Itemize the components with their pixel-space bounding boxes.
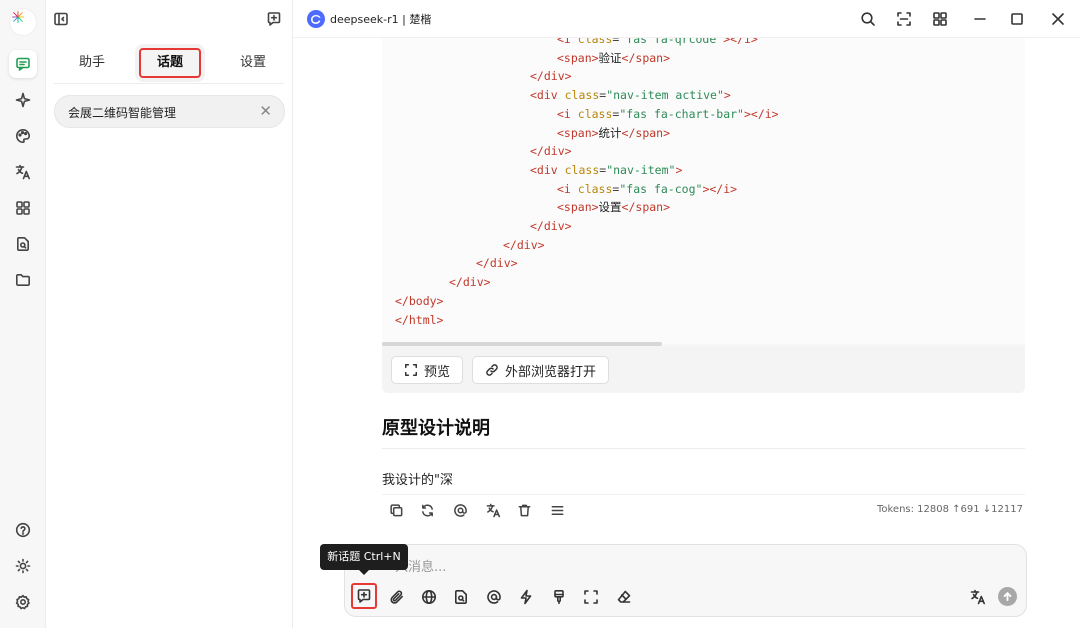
fullscreen-icon[interactable] (894, 9, 914, 29)
code-line: </div> (530, 219, 572, 233)
expand-icon (405, 364, 417, 376)
message-input-box[interactable] (344, 544, 1027, 617)
lightning-icon[interactable] (515, 586, 537, 608)
menu-icon[interactable] (547, 500, 567, 520)
divider (382, 494, 1025, 495)
code-content: <i class="fas fa-qrcode"></i> <span>验证</s… (382, 38, 1025, 344)
mention-icon[interactable] (450, 500, 470, 520)
eraser-icon[interactable] (613, 586, 635, 608)
copy-icon[interactable] (386, 500, 406, 520)
web-search-icon[interactable] (418, 586, 440, 608)
translate-icon[interactable] (967, 586, 989, 608)
sidebar-toolbar (46, 0, 293, 38)
code-line: <i class="fas fa-cog"></i> (557, 181, 738, 196)
code-line: <div class="nav-item active"> (530, 88, 731, 103)
translate-icon[interactable] (483, 500, 503, 520)
sparkle-icon[interactable] (9, 86, 37, 114)
open-in-browser-label: 外部浏览器打开 (505, 364, 597, 380)
folder-icon[interactable] (9, 266, 37, 294)
new-topic-icon[interactable] (263, 8, 285, 30)
brush-icon[interactable] (548, 586, 570, 608)
tab-assistant[interactable]: 助手 (68, 48, 116, 78)
chat-icon[interactable] (9, 50, 37, 78)
layout-grid-icon[interactable] (930, 9, 950, 29)
settings-gear-icon[interactable] (9, 588, 37, 616)
app-logo (10, 9, 36, 35)
palette-icon[interactable] (9, 122, 37, 150)
code-line: </div> (503, 237, 545, 252)
code-line: </div> (476, 256, 518, 271)
deepseek-model-icon (307, 10, 325, 28)
code-line: </div> (449, 275, 491, 290)
window-close-icon[interactable] (1048, 9, 1068, 29)
title-bar: deepseek-r1 | 楚楷 (293, 0, 1080, 38)
divider (382, 448, 1025, 449)
new-topic-tooltip: 新话题 Ctrl+N (320, 544, 408, 570)
help-icon[interactable] (9, 516, 37, 544)
tab-topics[interactable]: 话题 (139, 48, 201, 78)
code-line: </div> (530, 144, 572, 159)
knowledge-file-icon[interactable] (450, 586, 472, 608)
code-line: <i class="fas fa-qrcode"></i> (557, 38, 758, 46)
code-block: <i class="fas fa-qrcode"></i> <span>验证</s… (382, 38, 1025, 393)
code-line: <i class="fas fa-chart-bar"></i> (557, 106, 779, 121)
close-icon[interactable]: ✕ (259, 102, 272, 120)
expand-icon[interactable] (580, 586, 602, 608)
code-line: </body> (395, 293, 444, 308)
code-line: <span>统计</span> (557, 125, 671, 140)
tooltip-arrow (359, 570, 369, 575)
topic-item-label: 会展二维码智能管理 (68, 106, 177, 120)
message-text: 我设计的"深 (382, 473, 453, 488)
send-button[interactable] (998, 587, 1017, 606)
delete-icon[interactable] (514, 500, 534, 520)
code-actions-bar: 预览 外部浏览器打开 (382, 346, 1025, 393)
code-line: <span>验证</span> (557, 50, 671, 65)
code-line: </html> (395, 312, 444, 327)
apps-grid-icon[interactable] (9, 194, 37, 222)
theme-sun-icon[interactable] (9, 552, 37, 580)
model-name[interactable]: deepseek-r1 | 楚楷 (330, 11, 431, 27)
file-search-icon[interactable] (9, 230, 37, 258)
code-line: <div class="nav-item"> (530, 162, 683, 177)
preview-button[interactable]: 预览 (391, 356, 464, 384)
sidebar-tabs: 助手 话题 设置 (54, 44, 284, 84)
new-topic-icon (357, 589, 371, 603)
regenerate-icon[interactable] (417, 500, 437, 520)
icon-rail (0, 0, 46, 628)
link-icon (486, 364, 498, 376)
code-line: <span>设置</span> (557, 200, 671, 215)
topic-item[interactable]: 会展二维码智能管理 ✕ (54, 95, 285, 128)
preview-button-label: 预览 (424, 364, 451, 380)
toggle-sidebar-icon[interactable] (50, 8, 72, 30)
message-heading: 原型设计说明 (382, 418, 490, 439)
maximize-icon[interactable] (1007, 9, 1027, 29)
arrow-up-icon (1003, 592, 1012, 602)
new-topic-button[interactable] (351, 583, 377, 609)
mention-icon[interactable] (483, 586, 505, 608)
attachment-icon[interactable] (386, 586, 408, 608)
minimize-icon[interactable] (970, 9, 990, 29)
code-line: </div> (530, 69, 572, 84)
search-icon[interactable] (858, 9, 878, 29)
topics-sidebar: 助手 话题 设置 会展二维码智能管理 ✕ (46, 0, 293, 628)
token-count: Tokens: 12808 ↑691 ↓12117 (876, 504, 1023, 515)
open-in-browser-button[interactable]: 外部浏览器打开 (472, 356, 610, 384)
tab-settings[interactable]: 设置 (230, 48, 276, 78)
translate-icon[interactable] (9, 158, 37, 186)
